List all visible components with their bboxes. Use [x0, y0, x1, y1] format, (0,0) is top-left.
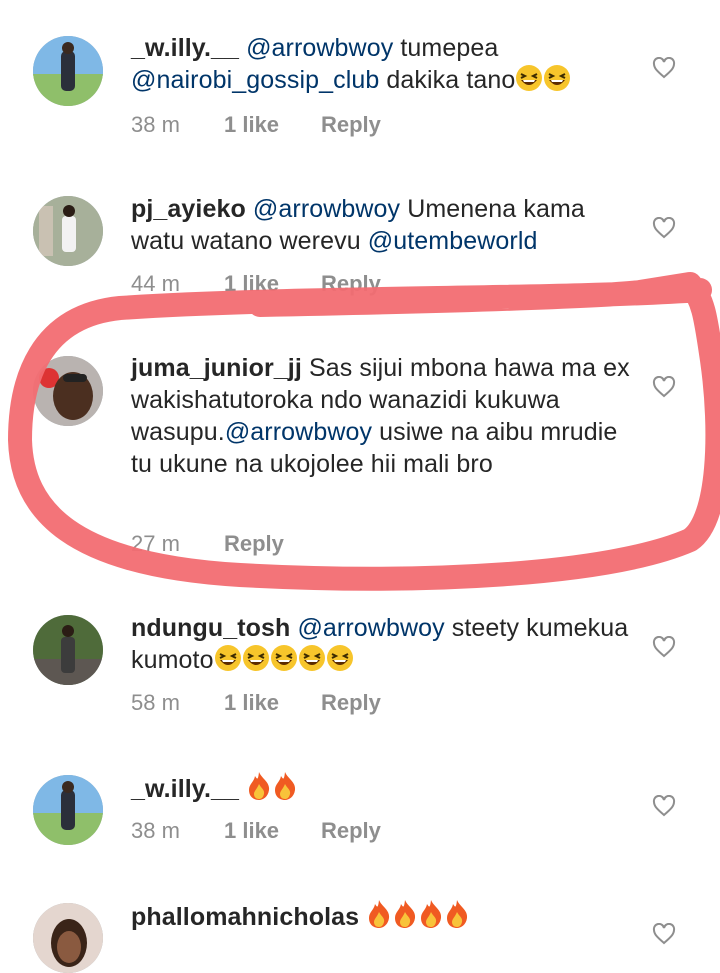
avatar[interactable] — [33, 775, 103, 845]
fire-icon — [366, 899, 392, 937]
fire-icon — [418, 899, 444, 937]
mention-link[interactable]: @nairobi_gossip_club — [131, 66, 379, 94]
comment-time: 44 m — [131, 271, 180, 296]
likes-count[interactable]: 1 like — [224, 112, 321, 138]
comment-meta: 38 m 1 like Reply — [131, 818, 381, 844]
mention-link[interactable]: @arrowbwoy — [253, 195, 400, 223]
mention-link[interactable]: @arrowbwoy — [225, 418, 372, 446]
likes-count[interactable]: 1 like — [224, 271, 321, 297]
reply-button[interactable]: Reply — [321, 112, 381, 138]
comment-meta: 27 m Reply — [131, 531, 284, 557]
grinning-squinting-face-icon — [543, 64, 571, 100]
avatar[interactable] — [33, 903, 103, 973]
fire-icon — [444, 899, 470, 937]
grinning-squinting-face-icon — [326, 644, 354, 680]
avatar[interactable] — [33, 196, 103, 266]
grinning-squinting-face-icon — [270, 644, 298, 680]
likes-count[interactable]: 1 like — [224, 690, 321, 716]
comment-username[interactable]: juma_junior_jj — [131, 354, 302, 382]
comment-time: 38 m — [131, 818, 180, 843]
likes-count[interactable]: 1 like — [224, 818, 321, 844]
heart-icon[interactable] — [652, 217, 676, 239]
avatar[interactable] — [33, 36, 103, 106]
comment-text: _w.illy.__ — [131, 771, 631, 809]
heart-icon[interactable] — [652, 795, 676, 817]
avatar[interactable] — [33, 356, 103, 426]
comment-text: _w.illy.__ @arrowbwoy tumepea @nairobi_g… — [131, 32, 631, 100]
comment-text-segment: dakika tano — [379, 66, 516, 94]
mention-link[interactable]: @arrowbwoy — [297, 614, 444, 642]
reply-button[interactable]: Reply — [321, 690, 381, 716]
comment-time: 27 m — [131, 531, 180, 556]
comment-username[interactable]: _w.illy.__ — [131, 34, 239, 62]
comment-meta: 58 m 1 like Reply — [131, 690, 381, 716]
comment-time: 58 m — [131, 690, 180, 715]
fire-icon — [392, 899, 418, 937]
avatar[interactable] — [33, 615, 103, 685]
comment-username[interactable]: ndungu_tosh — [131, 614, 290, 642]
reply-button[interactable]: Reply — [321, 818, 381, 844]
grinning-squinting-face-icon — [214, 644, 242, 680]
comment-meta: 44 m 1 like Reply — [131, 271, 381, 297]
comment-username[interactable]: _w.illy.__ — [131, 775, 239, 803]
comment-meta: 38 m 1 like Reply — [131, 112, 381, 138]
comment-body — [366, 900, 470, 931]
comment-text-segment: tumepea — [393, 34, 499, 62]
grinning-squinting-face-icon — [298, 644, 326, 680]
comment-time: 38 m — [131, 112, 180, 137]
mention-link[interactable]: @utembeworld — [368, 227, 538, 255]
comment-text: pj_ayieko @arrowbwoy Umenena kama watu w… — [131, 193, 631, 257]
heart-icon[interactable] — [652, 636, 676, 658]
comment-text: phallomahnicholas — [131, 899, 631, 937]
comment-username[interactable]: phallomahnicholas — [131, 903, 359, 931]
reply-button[interactable]: Reply — [321, 271, 381, 297]
comment-body — [246, 772, 298, 803]
heart-icon[interactable] — [652, 376, 676, 398]
fire-icon — [272, 771, 298, 809]
comment-text: juma_junior_jj Sas sijui mbona hawa ma e… — [131, 352, 631, 480]
comment-text: ndungu_tosh @arrowbwoy steety kumekua ku… — [131, 612, 631, 680]
comment-username[interactable]: pj_ayieko — [131, 195, 246, 223]
mention-link[interactable]: @arrowbwoy — [246, 34, 393, 62]
heart-icon[interactable] — [652, 57, 676, 79]
grinning-squinting-face-icon — [515, 64, 543, 100]
fire-icon — [246, 771, 272, 809]
heart-icon[interactable] — [652, 923, 676, 945]
grinning-squinting-face-icon — [242, 644, 270, 680]
reply-button[interactable]: Reply — [224, 531, 284, 557]
